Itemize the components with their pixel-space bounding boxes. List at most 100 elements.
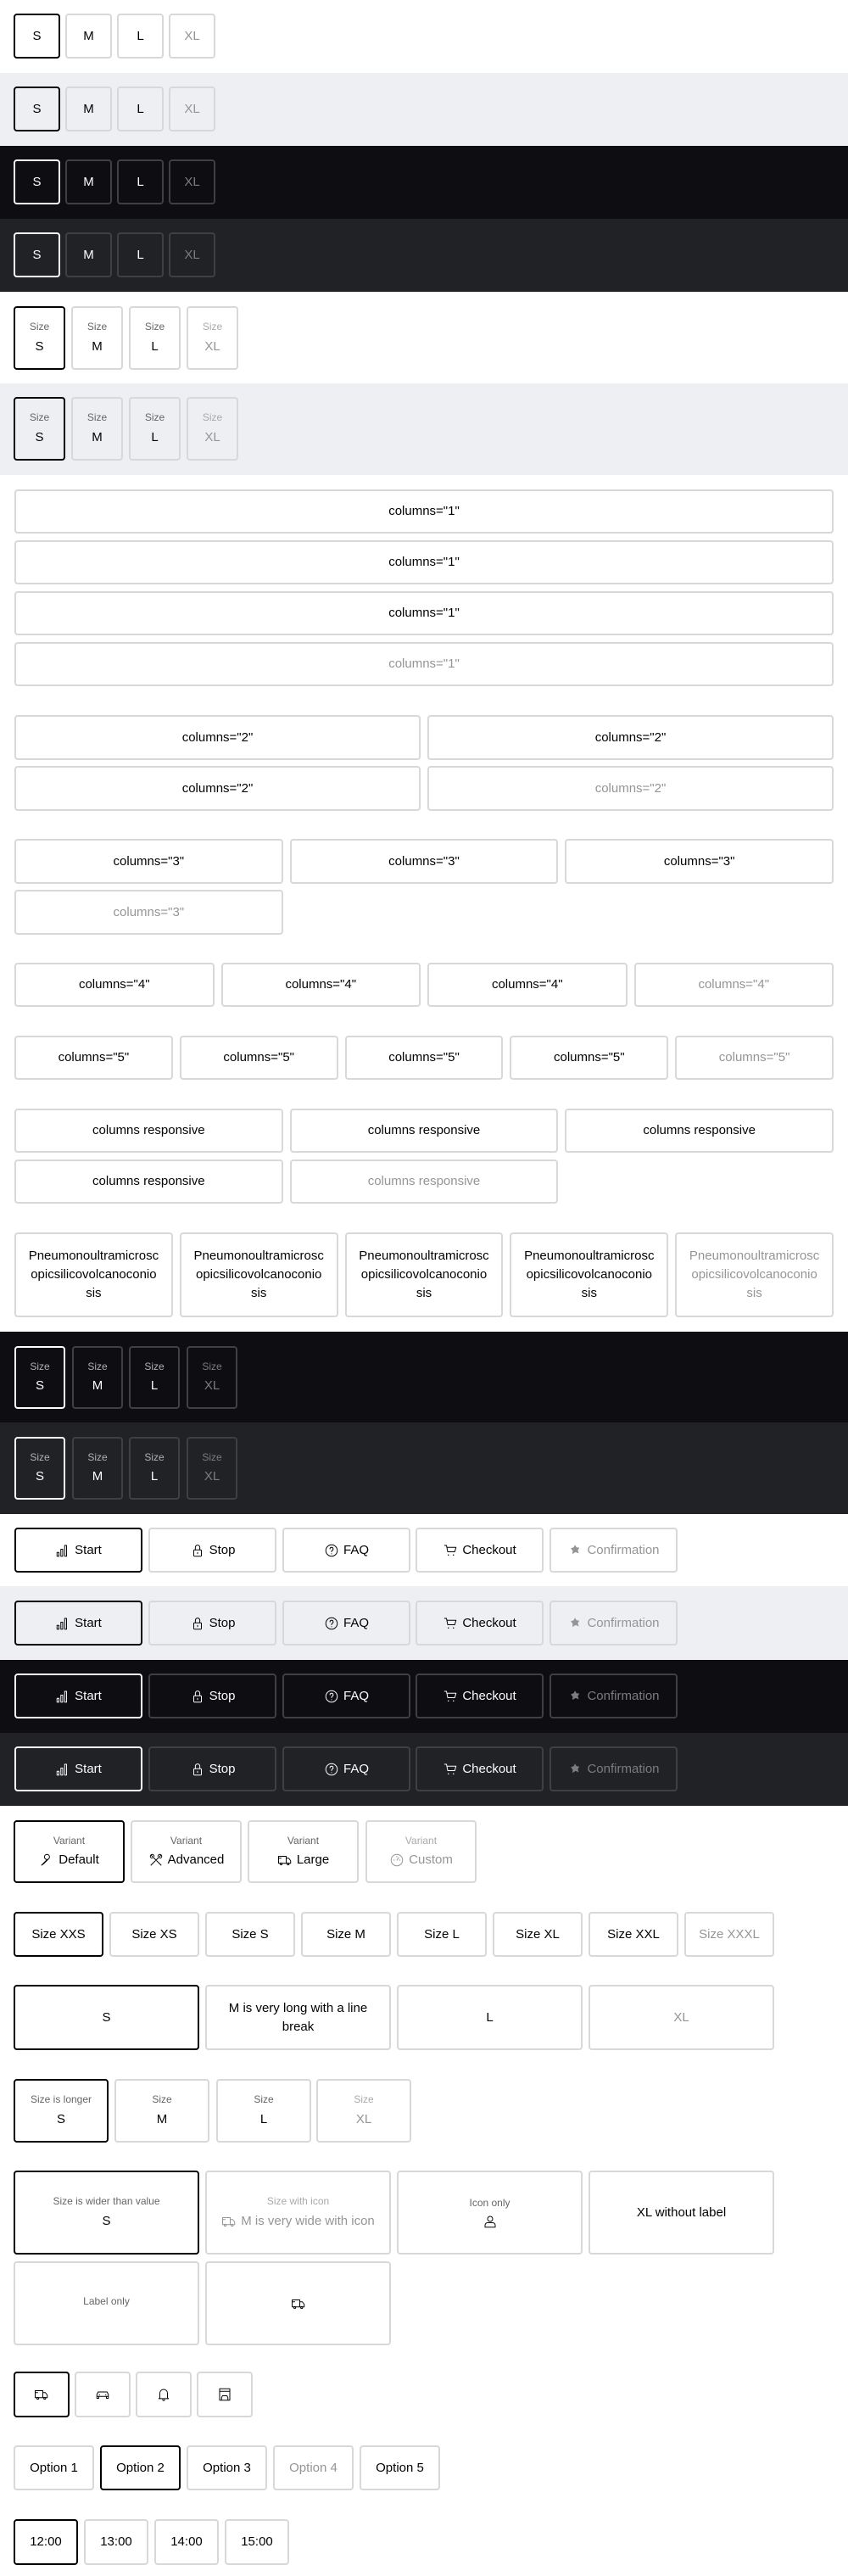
tile-option[interactable] — [136, 2372, 192, 2417]
tile-option[interactable]: L — [397, 1985, 583, 2050]
tile-option[interactable]: columns responsive — [289, 1109, 559, 1153]
tile-option[interactable]: L — [117, 87, 164, 131]
tile-option[interactable]: Option 3 — [187, 2445, 267, 2490]
tile-option[interactable]: S — [14, 14, 60, 59]
tile-option[interactable]: columns="5" — [14, 1036, 173, 1080]
tile-option[interactable]: M — [65, 232, 112, 277]
tile-option[interactable]: FAQ — [282, 1528, 410, 1573]
tile-option[interactable]: Start — [14, 1528, 142, 1573]
tile-option[interactable]: Option 2 — [100, 2445, 181, 2490]
tile-option[interactable]: 12:00 — [14, 2519, 78, 2565]
tile-option[interactable]: Size XL — [493, 1912, 583, 1957]
tile-option[interactable]: Pneumonoultramicroscopicsilicovolcanocon… — [344, 1232, 504, 1317]
tile-option[interactable]: columns="5" — [344, 1036, 504, 1080]
tile-option[interactable]: columns="5" — [179, 1036, 338, 1080]
tile-option[interactable]: XL without label — [589, 2171, 774, 2255]
tile-option[interactable]: Pneumonoultramicroscopicsilicovolcanocon… — [179, 1232, 338, 1317]
tile-option[interactable]: S — [14, 232, 60, 277]
tile-option[interactable] — [205, 2261, 391, 2345]
tile-option[interactable]: Stop — [148, 1746, 276, 1791]
tile-option[interactable]: FAQ — [282, 1746, 410, 1791]
tile-option[interactable]: Size S — [14, 1437, 65, 1500]
tile-option[interactable] — [14, 2372, 70, 2417]
tile-option[interactable]: S — [14, 1985, 199, 2050]
tile-option[interactable]: Size S — [14, 397, 65, 461]
tile-option[interactable]: Label only — [14, 2261, 199, 2345]
tile-value-text: S — [32, 247, 42, 262]
tile-option[interactable]: Variant Advanced — [131, 1820, 242, 1883]
truck-icon — [35, 2390, 48, 2400]
tile-option[interactable] — [197, 2372, 253, 2417]
tile-option[interactable]: columns="4" — [14, 963, 215, 1007]
tile-option[interactable] — [75, 2372, 131, 2417]
tile-option[interactable]: Checkout — [416, 1528, 544, 1573]
tile-option[interactable]: columns="4" — [220, 963, 421, 1007]
tile-option[interactable]: M — [65, 14, 112, 59]
tile-option[interactable]: columns="1" — [14, 591, 834, 635]
tile-option[interactable]: columns responsive — [565, 1109, 834, 1153]
tile-option[interactable]: Size M — [71, 397, 123, 461]
tile-option[interactable]: Checkout — [416, 1746, 544, 1791]
tile-option[interactable]: 15:00 — [225, 2519, 289, 2565]
tile-option[interactable]: Size M — [72, 1346, 123, 1409]
tile-option[interactable]: columns="3" — [565, 839, 834, 884]
tile-option[interactable]: columns="4" — [427, 963, 628, 1007]
tile-option[interactable]: Size M — [301, 1912, 391, 1957]
tile-option[interactable]: Size L — [216, 2079, 311, 2143]
tile-option[interactable]: Size S — [14, 306, 65, 370]
tile-option[interactable]: Stop — [148, 1601, 276, 1646]
tile-option[interactable]: 14:00 — [154, 2519, 219, 2565]
tile-option[interactable]: M — [65, 159, 112, 204]
tile-option[interactable]: M — [65, 87, 112, 131]
tile-option[interactable]: Stop — [148, 1528, 276, 1573]
tile-option[interactable]: Size M — [114, 2079, 209, 2143]
tile-option[interactable]: L — [117, 232, 164, 277]
tile-option[interactable]: columns="1" — [14, 540, 834, 584]
tile-option[interactable]: Size L — [397, 1912, 487, 1957]
tile-option[interactable]: Icon only — [397, 2171, 583, 2255]
tile-option[interactable]: Pneumonoultramicroscopicsilicovolcanocon… — [14, 1232, 173, 1317]
tile-option[interactable]: Size L — [129, 1346, 180, 1409]
tile-option[interactable]: S — [14, 87, 60, 131]
tile-option[interactable]: Start — [14, 1746, 142, 1791]
tile-option[interactable]: 13:00 — [84, 2519, 148, 2565]
tile-option[interactable]: Pneumonoultramicroscopicsilicovolcanocon… — [510, 1232, 669, 1317]
tile-option[interactable]: M is very long with a line break — [205, 1985, 391, 2050]
tile-option[interactable]: FAQ — [282, 1674, 410, 1718]
tile-option[interactable]: Size L — [129, 397, 181, 461]
tile-option[interactable]: columns="2" — [427, 715, 834, 760]
tile-option[interactable]: Size is longer S — [14, 2079, 109, 2143]
tile-option[interactable]: columns="1" — [14, 489, 834, 534]
tile-value: S — [32, 27, 41, 46]
tile-option[interactable]: columns responsive — [14, 1159, 283, 1204]
tile-option[interactable]: Size L — [129, 306, 181, 370]
tile-option[interactable]: Option 5 — [360, 2445, 440, 2490]
tile-option[interactable]: Start — [14, 1601, 142, 1646]
tile-option[interactable]: Size S — [14, 1346, 65, 1409]
tile-option[interactable]: Variant Large — [248, 1820, 359, 1883]
tile-option[interactable]: Size XS — [109, 1912, 199, 1957]
tile-option[interactable]: Size M — [72, 1437, 123, 1500]
tile-option[interactable]: Option 1 — [14, 2445, 94, 2490]
tile-option[interactable]: columns="2" — [14, 715, 421, 760]
tile-option[interactable]: FAQ — [282, 1601, 410, 1646]
tile-option[interactable]: S — [14, 159, 60, 204]
tile-option[interactable]: columns="3" — [289, 839, 559, 884]
tile-option[interactable]: columns="3" — [14, 839, 283, 884]
tile-option[interactable]: columns="2" — [14, 766, 421, 811]
tile-option[interactable]: columns="5" — [510, 1036, 669, 1080]
tile-option[interactable]: Size XXS — [14, 1912, 103, 1957]
tile-option[interactable]: Size S — [205, 1912, 295, 1957]
tile-option[interactable]: Size is wider than value S — [14, 2171, 199, 2255]
tile-option[interactable]: Checkout — [416, 1601, 544, 1646]
tile-option[interactable]: Checkout — [416, 1674, 544, 1718]
tile-option[interactable]: Stop — [148, 1674, 276, 1718]
tile-option[interactable]: Size XXL — [589, 1912, 678, 1957]
tile-option[interactable]: Variant Default — [14, 1820, 125, 1883]
tile-option[interactable]: L — [117, 14, 164, 59]
tile-option[interactable]: columns responsive — [14, 1109, 283, 1153]
tile-option[interactable]: Size L — [129, 1437, 180, 1500]
tile-option[interactable]: L — [117, 159, 164, 204]
tile-option[interactable]: Size M — [71, 306, 123, 370]
tile-option[interactable]: Start — [14, 1674, 142, 1718]
